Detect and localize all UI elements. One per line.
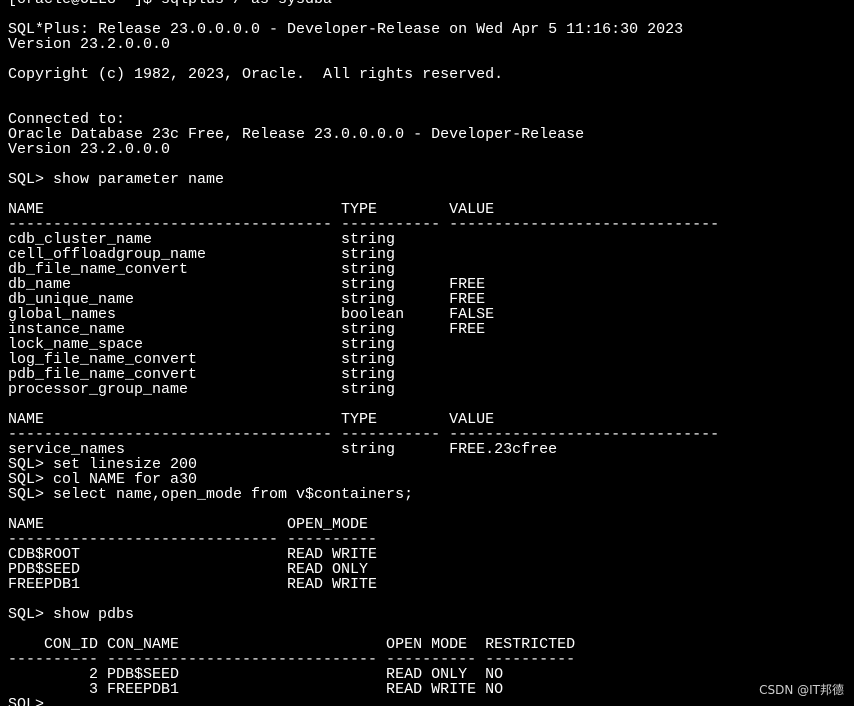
terminal-line: ------------------------------------ ---… (8, 216, 720, 233)
terminal-line: Version 23.2.0.0.0 (8, 36, 171, 53)
terminal-line: ------------------------------ ---------… (8, 531, 378, 548)
terminal-line: db_file_name_convert string (8, 261, 396, 278)
terminal-line: 2 PDB$SEED READ ONLY NO (8, 666, 504, 683)
terminal-line: NAME TYPE VALUE (8, 201, 495, 218)
terminal-line: CDB$ROOT READ WRITE (8, 546, 378, 563)
terminal-line: Oracle Database 23c Free, Release 23.0.0… (8, 126, 585, 143)
terminal-line: SQL> show pdbs (8, 606, 135, 623)
terminal-line: db_unique_name string FREE (8, 291, 486, 308)
terminal-line: SQL> show parameter name (8, 171, 225, 188)
terminal-line: Version 23.2.0.0.0 (8, 141, 171, 158)
terminal-line: SQL> select name,open_mode from v$contai… (8, 486, 414, 503)
terminal-line: ------------------------------------ ---… (8, 426, 720, 443)
terminal-line: cell_offloadgroup_name string (8, 246, 396, 263)
terminal-line: Connected to: (8, 111, 126, 128)
terminal-line: db_name string FREE (8, 276, 486, 293)
terminal-line: PDB$SEED READ ONLY (8, 561, 369, 578)
terminal-line: global_names boolean FALSE (8, 306, 495, 323)
terminal-line: FREEPDB1 READ WRITE (8, 576, 378, 593)
terminal-line: processor_group_name string (8, 381, 396, 398)
terminal-line: lock_name_space string (8, 336, 396, 353)
terminal-line: log_file_name_convert string (8, 351, 396, 368)
window-border (854, 0, 860, 706)
terminal-line: NAME TYPE VALUE (8, 411, 495, 428)
terminal-line: Copyright (c) 1982, 2023, Oracle. All ri… (8, 66, 504, 83)
terminal-line: pdb_file_name_convert string (8, 366, 396, 383)
terminal-line: CON_ID CON_NAME OPEN MODE RESTRICTED (8, 636, 576, 653)
terminal-line: [oracle@OEL8 ~]$ sqlplus / as sysdba (8, 0, 332, 7)
terminal-line: cdb_cluster_name string (8, 231, 396, 248)
watermark: CSDN @IT邦德 (759, 683, 844, 697)
terminal-line: NAME OPEN_MODE (8, 516, 369, 533)
terminal-line: SQL> (8, 696, 45, 706)
terminal-line: SQL> set linesize 200 (8, 456, 198, 473)
terminal-window[interactable]: [oracle@OEL8 ~]$ sqlplus / as sysdba SQL*… (0, 0, 860, 706)
terminal-line: service_names string FREE.23cfree (8, 441, 558, 458)
terminal-line: 3 FREEPDB1 READ WRITE NO (8, 681, 504, 698)
terminal-line: SQL> col NAME for a30 (8, 471, 198, 488)
terminal-line: SQL*Plus: Release 23.0.0.0.0 - Developer… (8, 21, 684, 38)
terminal-line: ---------- -----------------------------… (8, 651, 576, 668)
terminal-line: instance_name string FREE (8, 321, 486, 338)
